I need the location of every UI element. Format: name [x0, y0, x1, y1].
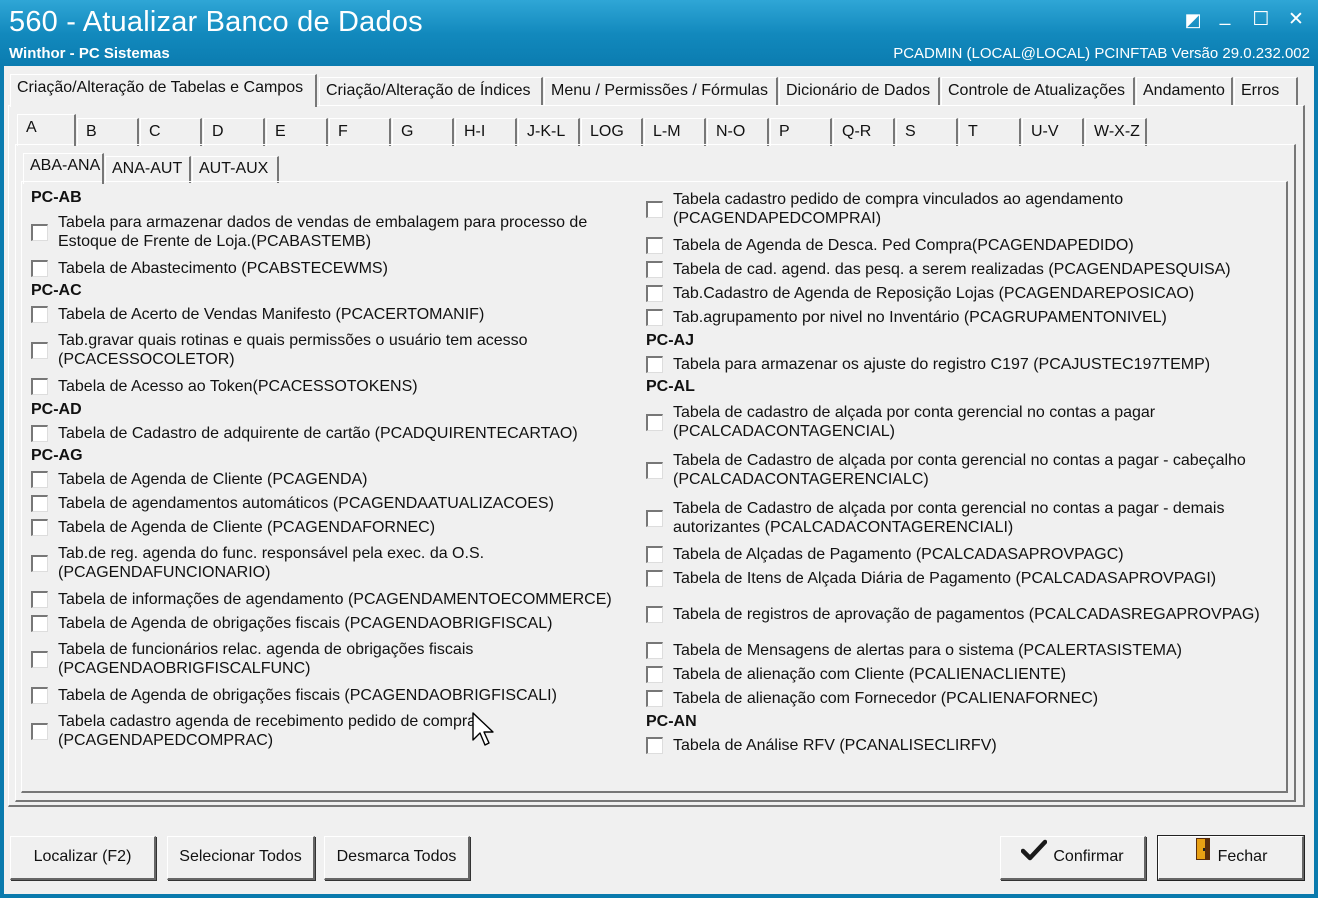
group-header: PC-AG [31, 447, 83, 464]
tab-letter-log[interactable]: LOG [581, 118, 643, 146]
checkbox[interactable] [31, 378, 48, 395]
checkbox[interactable] [646, 642, 663, 659]
tab-letter-p[interactable]: P [770, 118, 832, 146]
tab-letter-a[interactable]: A [17, 114, 76, 146]
checkbox[interactable] [646, 237, 663, 254]
tab-letter-f[interactable]: F [329, 118, 391, 146]
localizar-button[interactable]: Localizar (F2) [10, 836, 156, 880]
window-title: 560 - Atualizar Banco de Dados [9, 6, 423, 38]
tab-letter-e[interactable]: E [266, 118, 328, 146]
checkbox[interactable] [31, 555, 48, 572]
table-list-panel: PC-AB Tabela para armazenar dados de ven… [21, 181, 1288, 793]
tab-letter-b[interactable]: B [77, 118, 139, 146]
checkbox[interactable] [31, 723, 48, 740]
desmarca-todos-button[interactable]: Desmarca Todos [324, 836, 470, 880]
checkbox[interactable] [646, 570, 663, 587]
restore-icon[interactable]: ◩ [1180, 8, 1206, 32]
mouse-cursor-icon [472, 712, 496, 753]
tab-menu-permissoes[interactable]: Menu / Permissões / Fórmulas [544, 77, 778, 106]
checkbox[interactable] [31, 519, 48, 536]
tab-letter-s[interactable]: S [896, 118, 958, 146]
minimize-button[interactable]: _ [1212, 4, 1238, 28]
checkbox[interactable] [646, 546, 663, 563]
checkmark-icon [1021, 837, 1048, 877]
group-header: PC-AC [31, 282, 82, 299]
tab-aut-aux[interactable]: AUT-AUX [192, 156, 279, 183]
checkbox[interactable] [646, 510, 663, 527]
checkbox[interactable] [646, 737, 663, 754]
tab-andamento[interactable]: Andamento [1136, 77, 1233, 106]
checkbox[interactable] [31, 224, 48, 241]
tab-letter-q-r[interactable]: Q-R [833, 118, 895, 146]
selecionar-todos-button[interactable]: Selecionar Todos [167, 836, 315, 880]
checkbox[interactable] [646, 285, 663, 302]
session-info: PCADMIN (LOCAL@LOCAL) PCINFTAB Versão 29… [893, 45, 1310, 62]
tab-letter-d[interactable]: D [203, 118, 265, 146]
close-button[interactable]: ✕ [1283, 8, 1309, 32]
tab-controle-atualizacoes[interactable]: Controle de Atualizações [941, 77, 1135, 106]
tab-dicionario[interactable]: Dicionário de Dados [779, 77, 940, 106]
tab-aba-ana[interactable]: ABA-ANA [23, 153, 104, 184]
fechar-button[interactable]: Fechar [1157, 835, 1305, 881]
tab-letter-n-o[interactable]: N-O [707, 118, 769, 146]
checkbox[interactable] [31, 425, 48, 442]
checkbox[interactable] [646, 309, 663, 326]
checkbox[interactable] [646, 462, 663, 479]
tab-letter-j-k-l[interactable]: J-K-L [518, 118, 580, 146]
tab-letter-g[interactable]: G [392, 118, 454, 146]
checkbox[interactable] [646, 201, 663, 218]
tab-letter-t[interactable]: T [959, 118, 1021, 146]
letter-tab-panel: ABA-ANA ANA-AUT AUT-AUX PC-AB Tabela par… [15, 144, 1296, 802]
door-exit-icon [1194, 837, 1212, 877]
client-area: Criação/Alteração de Tabelas e Campos Cr… [4, 66, 1314, 894]
checkbox[interactable] [31, 260, 48, 277]
checkbox[interactable] [646, 356, 663, 373]
tab-criacao-tabelas[interactable]: Criação/Alteração de Tabelas e Campos [10, 74, 317, 107]
checkbox[interactable] [646, 666, 663, 683]
group-header: PC-AB [31, 189, 82, 206]
checkbox[interactable] [31, 591, 48, 608]
checkbox[interactable] [646, 414, 663, 431]
group-header: PC-AN [646, 713, 697, 730]
group-header: PC-AD [31, 401, 82, 418]
tab-letter-u-v[interactable]: U-V [1022, 118, 1084, 146]
tab-letter-h-i[interactable]: H-I [455, 118, 517, 146]
checkbox[interactable] [31, 306, 48, 323]
checkbox[interactable] [31, 471, 48, 488]
checkbox[interactable] [31, 687, 48, 704]
application-window: 560 - Atualizar Banco de Dados Winthor -… [0, 0, 1318, 898]
tab-letter-l-m[interactable]: L-M [644, 118, 706, 146]
tab-criacao-indices[interactable]: Criação/Alteração de Índices [319, 77, 543, 106]
confirmar-button[interactable]: Confirmar [1000, 836, 1146, 880]
checkbox[interactable] [31, 342, 48, 359]
tab-letter-c[interactable]: C [140, 118, 202, 146]
group-header: PC-AL [646, 378, 695, 395]
tab-erros[interactable]: Erros [1234, 77, 1298, 106]
group-header: PC-AJ [646, 332, 695, 349]
checkbox[interactable] [31, 615, 48, 632]
checkbox[interactable] [646, 261, 663, 278]
checkbox[interactable] [31, 495, 48, 512]
checkbox[interactable] [646, 606, 663, 623]
maximize-button[interactable]: ☐ [1248, 8, 1274, 32]
window-subtitle: Winthor - PC Sistemas [9, 45, 170, 62]
checkbox[interactable] [646, 690, 663, 707]
outer-tab-panel: A B C D E F G H-I J-K-L LOG L-M N-O P Q-… [8, 105, 1305, 807]
checkbox[interactable] [31, 651, 48, 668]
tab-ana-aut[interactable]: ANA-AUT [105, 156, 191, 183]
tab-letter-w-x-z[interactable]: W-X-Z [1085, 118, 1147, 146]
